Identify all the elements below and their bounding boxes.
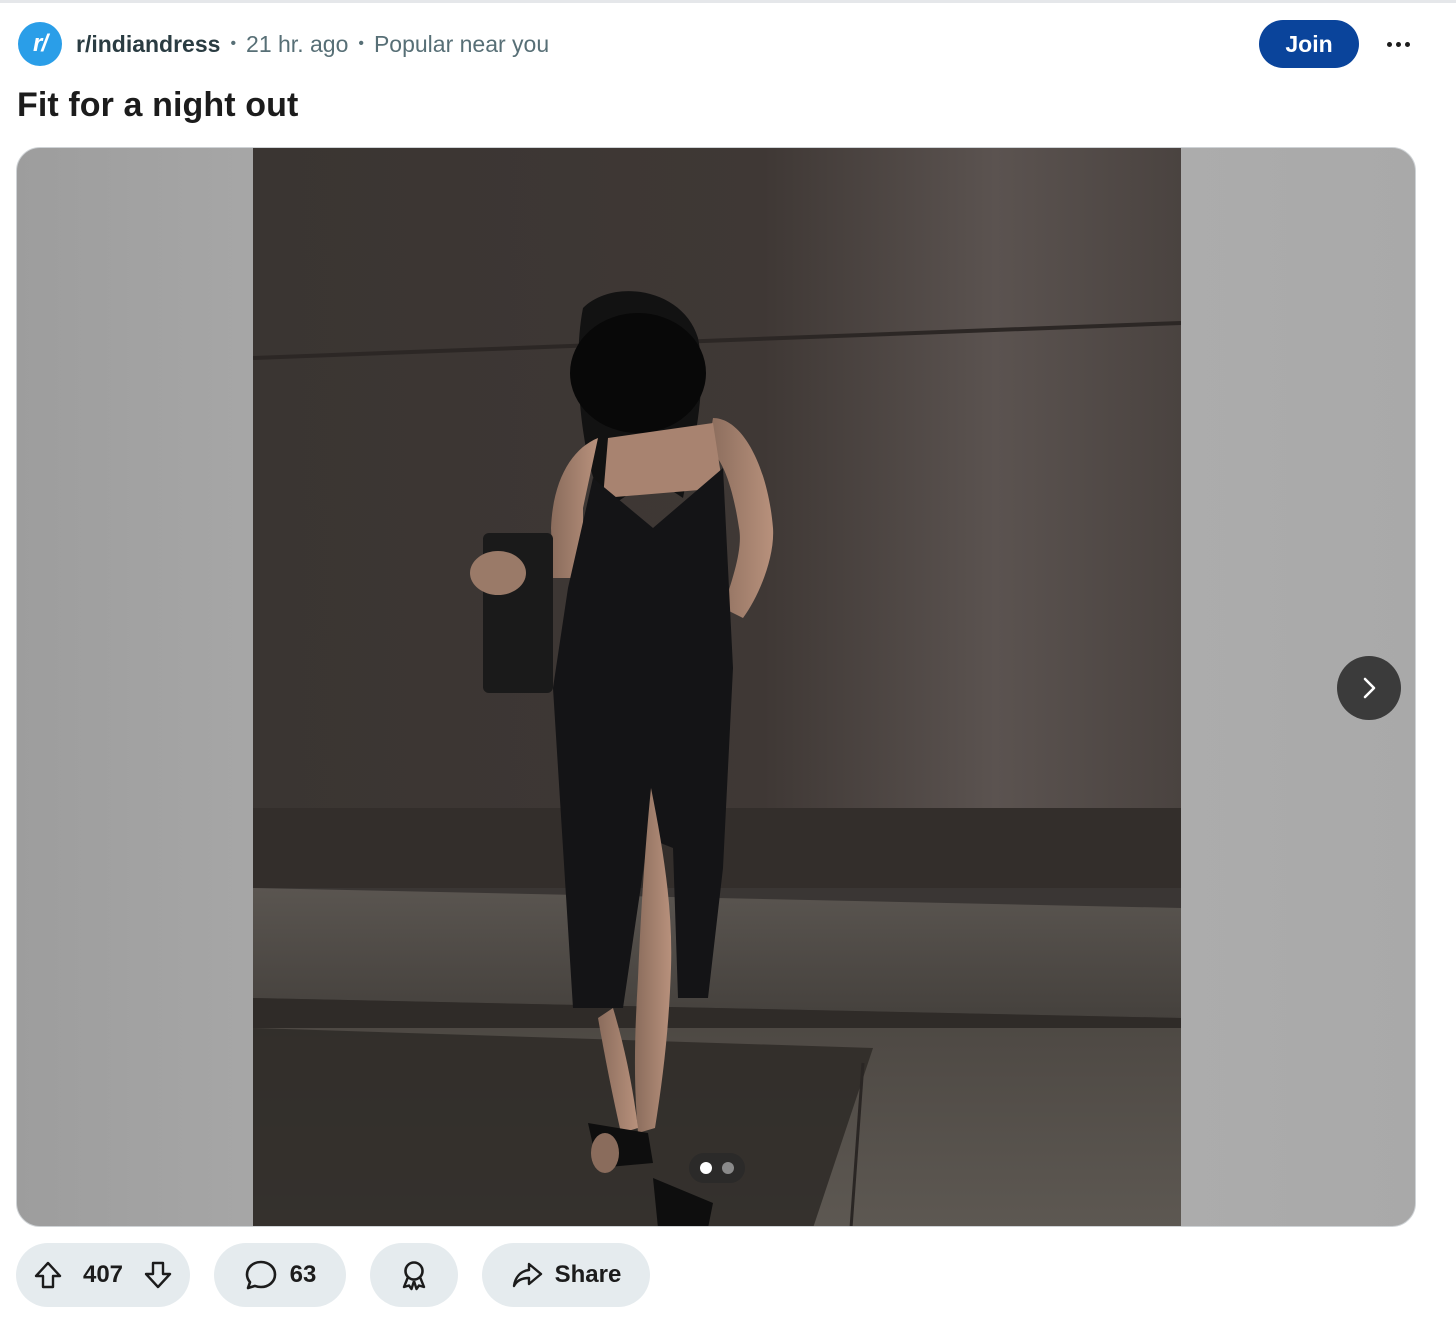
gallery-pagination (689, 1153, 745, 1183)
image-gallery[interactable] (16, 147, 1416, 1227)
post-time: 21 hr. ago (246, 30, 349, 57)
more-options-icon[interactable] (1378, 24, 1418, 64)
page-dot[interactable] (722, 1162, 734, 1174)
comment-icon (245, 1260, 276, 1290)
share-label: Share (554, 1261, 622, 1288)
top-divider (0, 0, 1456, 3)
post-meta: r/indiandress • 21 hr. ago • Popular nea… (76, 30, 549, 58)
post-header: r/ r/indiandress • 21 hr. ago • Popular … (18, 20, 1438, 68)
next-image-button[interactable] (1337, 656, 1401, 720)
vote-count: 407 (82, 1261, 124, 1288)
join-button[interactable]: Join (1259, 20, 1359, 68)
meta-separator: • (230, 35, 237, 52)
upvote-icon[interactable] (32, 1259, 64, 1291)
comments-button[interactable]: 63 (214, 1243, 346, 1307)
award-button[interactable] (370, 1243, 458, 1307)
vote-control: 407 (16, 1243, 190, 1307)
award-icon (402, 1261, 426, 1291)
post-photo[interactable] (253, 148, 1181, 1226)
page-dot-active[interactable] (700, 1162, 712, 1174)
share-icon (512, 1262, 542, 1288)
chevron-right-icon (1363, 677, 1376, 699)
comment-count: 63 (289, 1261, 317, 1288)
meta-separator: • (358, 35, 364, 52)
photo-image (253, 148, 1181, 1226)
post-title[interactable]: Fit for a night out (17, 86, 298, 125)
share-button[interactable]: Share (482, 1243, 650, 1307)
subreddit-avatar[interactable]: r/ (18, 22, 62, 66)
downvote-icon[interactable] (142, 1259, 174, 1291)
post-context: Popular near you (373, 30, 550, 57)
subreddit-name[interactable]: r/indiandress (76, 31, 220, 58)
